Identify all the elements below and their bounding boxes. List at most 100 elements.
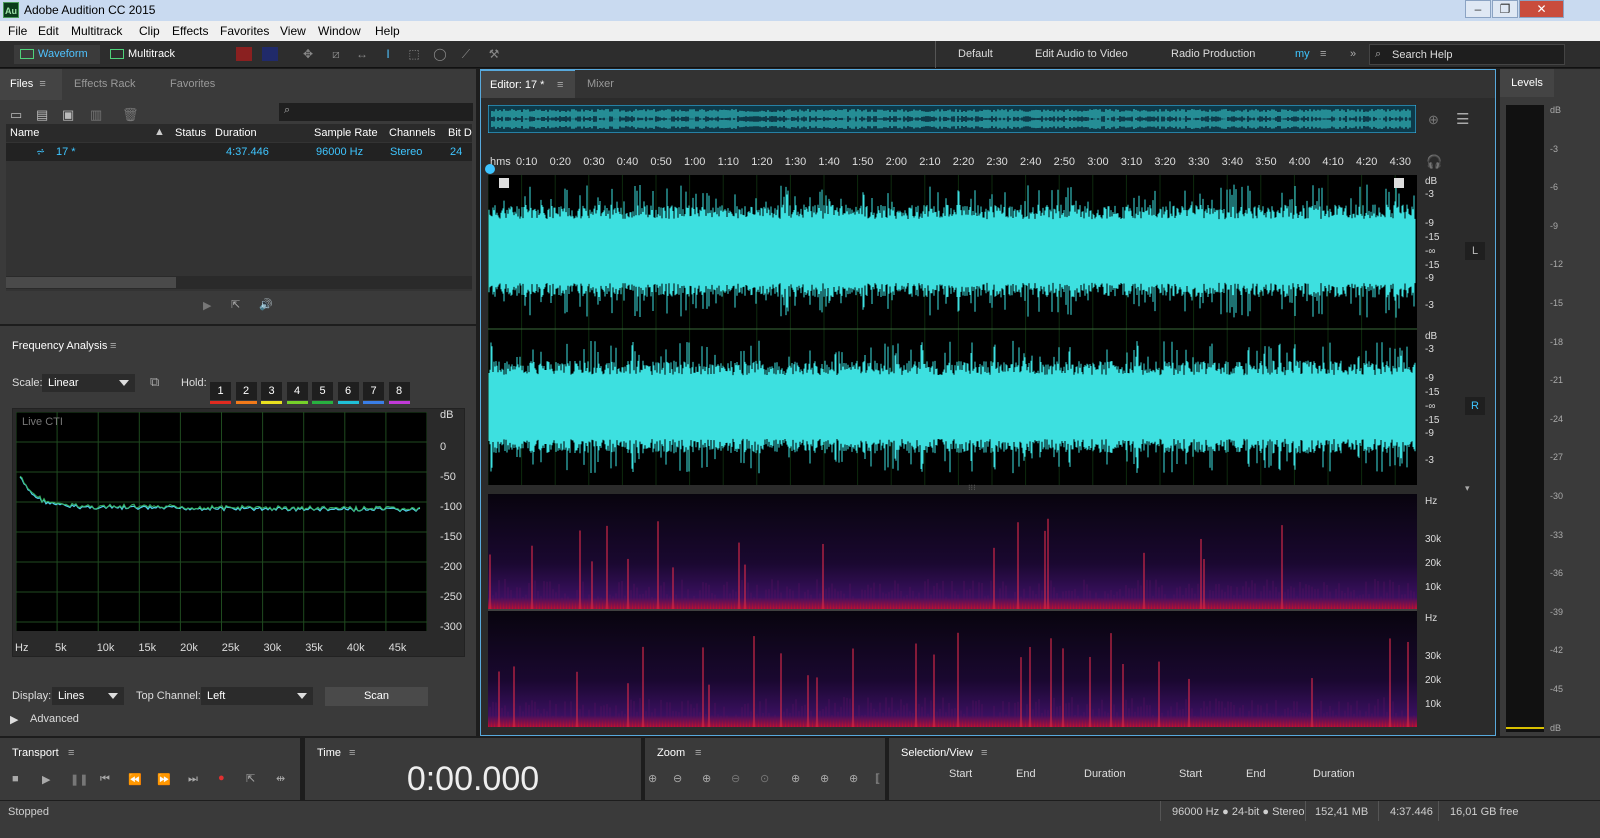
scan-button[interactable]: Scan: [325, 687, 428, 706]
search-help-field[interactable]: ⌕ Search Help: [1369, 44, 1565, 65]
menu-clip[interactable]: Clip: [139, 24, 160, 38]
collapse-icon[interactable]: ▾: [1465, 483, 1470, 494]
levels-tab[interactable]: Levels: [1500, 69, 1554, 97]
zoom-to-fit-icon[interactable]: ⊕: [1428, 112, 1439, 128]
minimize-button[interactable]: –: [1465, 0, 1491, 18]
razor-tool-icon[interactable]: ⧄: [328, 47, 344, 61]
hold-button-3[interactable]: 3: [261, 382, 282, 400]
col-name[interactable]: Name: [10, 124, 39, 142]
zoom-in-end-icon[interactable]: ⊕: [849, 772, 858, 785]
fast-forward-icon[interactable]: ⏩: [157, 773, 171, 786]
panel-menu-icon[interactable]: ≡: [110, 340, 116, 352]
go-to-start-icon[interactable]: ⏮: [100, 773, 110, 786]
play-preview-icon[interactable]: ▶: [203, 299, 211, 312]
stop-icon[interactable]: ■: [12, 773, 19, 785]
waveform-display[interactable]: [488, 175, 1417, 485]
menu-edit[interactable]: Edit: [38, 24, 59, 38]
loop-playback-icon[interactable]: ⇱: [246, 772, 255, 785]
tab-editor[interactable]: Editor: 17 * ≡: [481, 70, 575, 98]
headphones-icon[interactable]: 🎧: [1426, 154, 1442, 170]
files-search-input[interactable]: ⌕: [279, 103, 473, 121]
panel-menu-icon[interactable]: ≡: [36, 78, 45, 90]
zoom-full-icon[interactable]: ⟦: [875, 772, 880, 785]
display-dropdown[interactable]: Lines: [52, 687, 124, 705]
more-workspaces-icon[interactable]: »: [1350, 48, 1356, 60]
view-divider[interactable]: ⁝⁝⁝ ▾: [488, 483, 1488, 494]
fade-in-handle[interactable]: [499, 178, 509, 188]
tab-mixer[interactable]: Mixer: [587, 78, 614, 90]
menu-window[interactable]: Window: [318, 24, 361, 38]
maximize-button[interactable]: ❐: [1492, 0, 1518, 18]
hold-button-4[interactable]: 4: [286, 382, 308, 400]
insert-icon[interactable]: ▥: [90, 107, 102, 123]
menu-file[interactable]: File: [8, 24, 27, 38]
col-bit-depth[interactable]: Bit D: [448, 124, 472, 142]
col-status[interactable]: Status: [175, 124, 206, 142]
close-button[interactable]: ✕: [1519, 0, 1564, 18]
hold-button-7[interactable]: 7: [363, 382, 384, 400]
spectral-pitch-icon[interactable]: [262, 47, 278, 61]
loop-preview-icon[interactable]: ⇱: [231, 298, 240, 311]
tab-files[interactable]: Files ≡: [0, 69, 62, 100]
hold-button-6[interactable]: 6: [337, 382, 359, 400]
multitrack-view-button[interactable]: Multitrack: [104, 45, 192, 64]
spectral-display[interactable]: [488, 494, 1417, 727]
scrollbar-thumb[interactable]: [6, 277, 176, 288]
menu-help[interactable]: Help: [375, 24, 400, 38]
horizontal-scrollbar[interactable]: [6, 276, 472, 289]
copy-icon[interactable]: ⧉: [150, 374, 159, 390]
delete-icon[interactable]: 🗑: [122, 107, 139, 123]
fade-out-handle[interactable]: [1394, 178, 1404, 188]
time-selection-tool-icon[interactable]: I: [380, 47, 396, 61]
brush-tool-icon[interactable]: ⟋: [458, 47, 474, 61]
panel-menu-icon[interactable]: ≡: [557, 79, 563, 91]
panel-menu-icon[interactable]: ≡: [349, 747, 355, 759]
zoom-out-amplitude-icon[interactable]: ⊖: [673, 772, 682, 785]
table-row[interactable]: ⩫ 17 * 4:37.446 96000 Hz Stereo 24: [6, 143, 472, 161]
workspace-my[interactable]: my: [1295, 48, 1310, 60]
zoom-selection-icon[interactable]: ⊕: [820, 772, 829, 785]
menu-favorites[interactable]: Favorites: [220, 24, 269, 38]
lasso-tool-icon[interactable]: ◯: [432, 47, 448, 61]
workspace-edit-audio-to-video[interactable]: Edit Audio to Video: [1035, 48, 1128, 60]
panel-menu-icon[interactable]: ≡: [981, 747, 987, 759]
spectral-frequency-icon[interactable]: [236, 47, 252, 61]
panel-menu-icon[interactable]: ≡: [68, 747, 74, 759]
top-channel-dropdown[interactable]: Left: [201, 687, 313, 705]
play-icon[interactable]: ▶: [42, 773, 50, 786]
zoom-in-point-icon[interactable]: ⊕: [791, 772, 800, 785]
workspace-menu-icon[interactable]: ≡: [1320, 48, 1326, 60]
slip-tool-icon[interactable]: ↔: [354, 47, 370, 61]
rewind-icon[interactable]: ⏪: [128, 773, 142, 786]
tab-favorites[interactable]: Favorites: [160, 69, 225, 100]
zoom-in-time-icon[interactable]: ⊕: [702, 772, 711, 785]
time-ruler[interactable]: hms 0:10 0:20 0:30 0:40 0:50 1:00 1:10 1:20 1:30 1…: [485, 152, 1416, 174]
healing-tool-icon[interactable]: ⚒: [486, 47, 502, 61]
open-file-icon[interactable]: ▭: [10, 107, 22, 123]
advanced-toggle-icon[interactable]: ▶: [10, 713, 18, 726]
col-sample-rate[interactable]: Sample Rate: [314, 124, 378, 142]
sort-ascending-icon[interactable]: ▲: [154, 126, 165, 138]
hold-button-5[interactable]: 5: [312, 382, 333, 400]
col-channels[interactable]: Channels: [389, 124, 435, 142]
go-to-end-icon[interactable]: ⏭: [188, 773, 198, 786]
zoom-out-full-icon[interactable]: ⊙: [760, 772, 769, 785]
move-tool-icon[interactable]: ✥: [300, 47, 316, 61]
channel-map-icon[interactable]: ☰: [1456, 110, 1469, 128]
workspace-radio-production[interactable]: Radio Production: [1171, 48, 1255, 60]
hold-button-8[interactable]: 8: [388, 382, 410, 400]
menu-effects[interactable]: Effects: [172, 24, 208, 38]
channel-left-toggle[interactable]: L: [1465, 242, 1485, 260]
skip-selection-icon[interactable]: ⇹: [276, 772, 285, 785]
record-icon[interactable]: ●: [218, 772, 225, 784]
menu-multitrack[interactable]: Multitrack: [71, 24, 122, 38]
pause-icon[interactable]: ❚❚: [70, 773, 88, 786]
advanced-label[interactable]: Advanced: [30, 713, 79, 725]
zoom-in-amplitude-icon[interactable]: ⊕: [648, 772, 657, 785]
zoom-out-time-icon[interactable]: ⊖: [731, 772, 740, 785]
marquee-tool-icon[interactable]: ⬚: [406, 47, 422, 61]
scale-dropdown[interactable]: Linear: [42, 374, 135, 392]
hold-button-1[interactable]: 1: [210, 382, 231, 400]
channel-right-toggle[interactable]: R: [1465, 397, 1485, 415]
menu-view[interactable]: View: [280, 24, 306, 38]
